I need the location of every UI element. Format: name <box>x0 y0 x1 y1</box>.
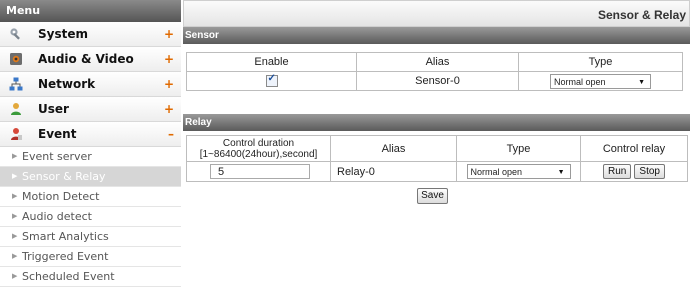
submenu-item-smart-analytics[interactable]: ▶ Smart Analytics <box>0 227 181 247</box>
type-cell: Normal open ▼ <box>456 161 581 182</box>
menu-item-label: Event <box>38 127 77 141</box>
sensor-type-select[interactable]: Normal open ▼ <box>550 73 651 89</box>
camera-icon <box>10 53 22 65</box>
sensor-enable-checkbox[interactable]: ✓ <box>265 73 278 88</box>
submenu-item-scheduled-event[interactable]: ▶ Scheduled Event <box>0 267 181 287</box>
sensor-section-header: Sensor <box>183 27 690 44</box>
expand-sign[interactable]: + <box>164 97 174 121</box>
wrench-icon <box>10 28 20 40</box>
relay-alias: Relay-0 <box>330 161 457 182</box>
column-header-type: Type <box>456 135 581 162</box>
column-header-alias: Alias <box>330 135 457 162</box>
select-value: Normal open <box>470 167 523 177</box>
sensor-table: Enable Alias Type ✓ Sensor-0 Normal open… <box>186 52 683 91</box>
duration-input[interactable]: 5 <box>210 164 310 179</box>
type-cell: Normal open ▼ <box>518 71 683 91</box>
menu-item-event[interactable]: Event – <box>0 122 181 147</box>
main-content: Sensor & Relay Sensor Enable Alias Type … <box>181 0 691 290</box>
page-title-bar: Sensor & Relay <box>183 0 690 27</box>
column-header-enable: Enable <box>186 52 357 72</box>
duration-cell: 5 <box>186 161 331 182</box>
triangle-right-icon: ▶ <box>12 172 18 180</box>
table-header-row: Enable Alias Type <box>186 52 683 72</box>
triangle-right-icon: ▶ <box>12 192 18 200</box>
menu-item-system[interactable]: System + <box>0 22 181 47</box>
select-value: Normal open <box>554 76 606 87</box>
triangle-right-icon: ▶ <box>12 252 18 260</box>
table-row: ✓ Sensor-0 Normal open ▼ <box>186 71 683 91</box>
chevron-down-icon: ▼ <box>557 169 565 176</box>
control-duration-range: [1~86400(24hour),second] <box>199 148 318 160</box>
submenu-item-label: Event server <box>22 150 92 163</box>
column-header-control-relay: Control relay <box>580 135 688 162</box>
network-icon <box>9 77 23 91</box>
run-button[interactable]: Run <box>603 164 632 179</box>
submenu-item-event-server[interactable]: ▶ Event server <box>0 147 181 167</box>
page-title: Sensor & Relay <box>597 8 686 22</box>
column-header-alias: Alias <box>356 52 519 72</box>
submenu-item-label: Sensor & Relay <box>22 170 106 183</box>
relay-type-select[interactable]: Normal open ▼ <box>466 164 571 179</box>
submenu-item-motion-detect[interactable]: ▶ Motion Detect <box>0 187 181 207</box>
submenu-item-label: Smart Analytics <box>22 230 109 243</box>
triangle-right-icon: ▶ <box>12 232 18 240</box>
menu-item-label: Audio & Video <box>38 52 134 66</box>
relay-table: Control duration [1~86400(24hour),second… <box>186 135 688 182</box>
menu-header: Menu <box>0 0 181 22</box>
triangle-right-icon: ▶ <box>12 152 18 160</box>
user-icon <box>11 103 21 115</box>
expand-sign[interactable]: + <box>164 47 174 71</box>
submenu-item-label: Motion Detect <box>22 190 100 203</box>
enable-cell: ✓ <box>186 71 357 91</box>
save-button[interactable]: Save <box>417 188 448 204</box>
submenu-item-triggered-event[interactable]: ▶ Triggered Event <box>0 247 181 267</box>
menu-item-label: System <box>38 27 88 41</box>
menu-item-audio-video[interactable]: Audio & Video + <box>0 47 181 72</box>
expand-sign[interactable]: + <box>164 72 174 96</box>
sensor-alias: Sensor-0 <box>356 71 519 91</box>
submenu-item-sensor-relay[interactable]: ▶ Sensor & Relay <box>0 167 181 187</box>
submenu-item-label: Triggered Event <box>22 250 109 263</box>
event-icon <box>11 128 22 140</box>
triangle-right-icon: ▶ <box>12 272 18 280</box>
stop-button[interactable]: Stop <box>634 164 665 179</box>
table-header-row: Control duration [1~86400(24hour),second… <box>186 135 688 162</box>
left-menu: Menu System + Audio & Video + Network + <box>0 0 181 290</box>
column-header-type: Type <box>518 52 683 72</box>
expand-sign[interactable]: + <box>164 22 174 46</box>
submenu-item-audio-detect[interactable]: ▶ Audio detect <box>0 207 181 227</box>
table-row: 5 Relay-0 Normal open ▼ Run Stop <box>186 161 688 182</box>
collapse-sign[interactable]: – <box>168 122 174 146</box>
menu-item-user[interactable]: User + <box>0 97 181 122</box>
control-relay-cell: Run Stop <box>580 161 688 182</box>
relay-section-header: Relay <box>183 114 690 131</box>
control-duration-label: Control duration <box>222 137 295 149</box>
chevron-down-icon: ▼ <box>638 78 645 86</box>
checkmark-icon: ✓ <box>267 73 276 85</box>
event-submenu: ▶ Event server ▶ Sensor & Relay ▶ Motion… <box>0 147 181 287</box>
submenu-item-label: Audio detect <box>22 210 92 223</box>
column-header-control-duration: Control duration [1~86400(24hour),second… <box>186 135 331 162</box>
triangle-right-icon: ▶ <box>12 212 18 220</box>
menu-item-network[interactable]: Network + <box>0 72 181 97</box>
menu-item-label: User <box>38 102 69 116</box>
menu-item-label: Network <box>38 77 96 91</box>
submenu-item-label: Scheduled Event <box>22 270 115 283</box>
